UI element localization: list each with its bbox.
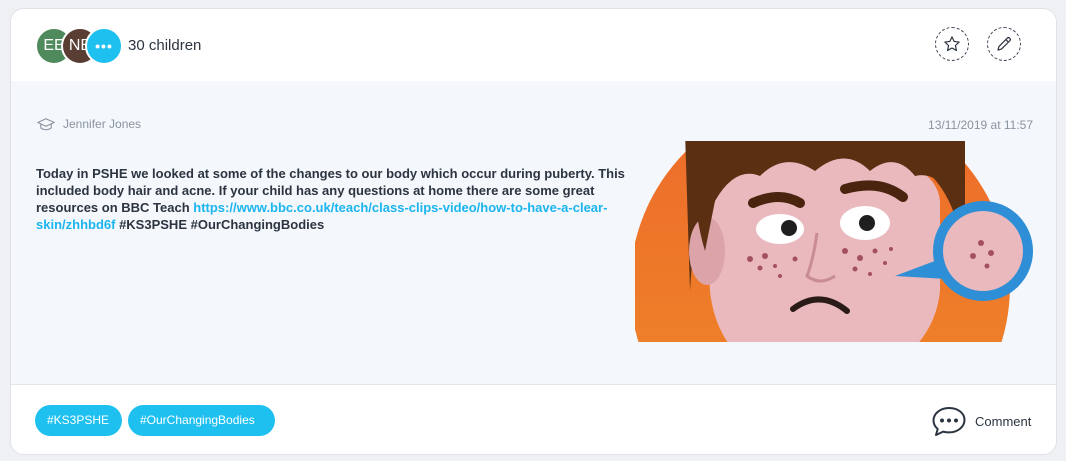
graduation-cap-icon xyxy=(37,118,55,131)
comment-label: Comment xyxy=(975,413,1032,429)
tag-ks3pshe[interactable]: #KS3PSHE xyxy=(35,405,122,436)
speech-bubble-icon xyxy=(932,407,966,436)
favourite-button[interactable] xyxy=(935,27,969,61)
post-card: EE NB ••• 30 children Jennifer Jones 13/… xyxy=(10,8,1057,455)
star-icon xyxy=(944,36,960,52)
post-footer: #KS3PSHE #OurChangingBodies Comment xyxy=(11,385,1056,454)
post-author: Jennifer Jones xyxy=(37,117,141,131)
children-count[interactable]: 30 children xyxy=(128,37,201,54)
post-timestamp: 13/11/2019 at 11:57 xyxy=(928,118,1033,132)
comment-button[interactable]: Comment xyxy=(931,405,1031,437)
more-avatars-button[interactable]: ••• xyxy=(85,27,123,65)
edit-button[interactable] xyxy=(987,27,1021,61)
post-hashtags: #KS3PSHE #OurChangingBodies xyxy=(115,217,325,232)
post-body: Jennifer Jones 13/11/2019 at 11:57 Today… xyxy=(11,81,1056,385)
post-header: EE NB ••• 30 children xyxy=(11,9,1056,82)
post-text: Today in PSHE we looked at some of the c… xyxy=(36,165,626,233)
pencil-icon xyxy=(997,37,1011,51)
post-image[interactable] xyxy=(635,141,1035,342)
tag-ourchangingbodies[interactable]: #OurChangingBodies xyxy=(128,405,275,436)
author-name: Jennifer Jones xyxy=(63,117,142,131)
